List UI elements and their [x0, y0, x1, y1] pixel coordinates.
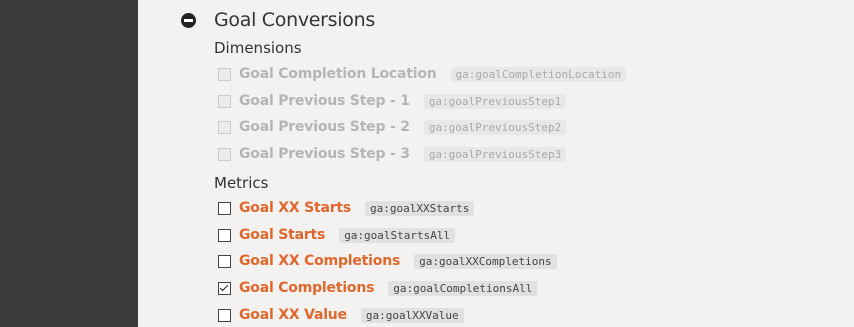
metric-checkbox[interactable] [218, 254, 231, 268]
metric-checkbox[interactable] [218, 308, 231, 322]
metrics-heading: Metrics [214, 174, 269, 192]
metric-label[interactable]: Goal Starts [239, 227, 325, 243]
dimension-code: ga:goalPreviousStep1 [423, 93, 567, 109]
dimension-code: ga:goalPreviousStep3 [423, 146, 567, 162]
dimension-label: Goal Previous Step - 3 [239, 146, 410, 162]
metric-checkbox-checked[interactable] [218, 281, 231, 295]
metric-code: ga:goalXXCompletions [414, 253, 557, 269]
dimension-label: Goal Completion Location [239, 66, 437, 82]
dimension-checkbox[interactable] [218, 67, 231, 81]
section-header-goal-conversions[interactable]: Goal Conversions [181, 9, 375, 31]
dimensions-heading: Dimensions [214, 39, 302, 57]
section-title: Goal Conversions [214, 9, 375, 31]
metric-row-goal-xx-completions: Goal XX Completions ga:goalXXCompletions [218, 251, 557, 271]
metric-label[interactable]: Goal XX Starts [239, 200, 351, 216]
metric-label[interactable]: Goal XX Completions [239, 253, 400, 269]
dimension-checkbox[interactable] [218, 147, 231, 161]
left-sidebar [0, 0, 138, 327]
metric-code: ga:goalXXValue [360, 307, 464, 323]
metric-row-goal-xx-starts: Goal XX Starts ga:goalXXStarts [218, 198, 475, 218]
metric-code: ga:goalXXStarts [365, 200, 475, 216]
dimension-code: ga:goalPreviousStep2 [423, 119, 567, 135]
metric-checkbox[interactable] [218, 228, 231, 242]
metric-label[interactable]: Goal XX Value [239, 307, 347, 323]
dimension-row-goal-previous-step-3: Goal Previous Step - 3 ga:goalPreviousSt… [218, 144, 567, 164]
metric-row-goal-completions: Goal Completions ga:goalCompletionsAll [218, 278, 538, 298]
metric-label[interactable]: Goal Completions [239, 280, 374, 296]
dimension-row-goal-previous-step-2: Goal Previous Step - 2 ga:goalPreviousSt… [218, 117, 567, 137]
metric-row-goal-starts: Goal Starts ga:goalStartsAll [218, 225, 456, 245]
dimension-code: ga:goalCompletionLocation [450, 66, 627, 82]
main-panel: Goal Conversions Dimensions Goal Complet… [138, 0, 854, 327]
metric-code: ga:goalStartsAll [339, 227, 456, 243]
dimension-checkbox[interactable] [218, 120, 231, 134]
metric-checkbox[interactable] [218, 201, 231, 215]
dimension-label: Goal Previous Step - 2 [239, 119, 410, 135]
dimension-checkbox[interactable] [218, 94, 231, 108]
dimension-label: Goal Previous Step - 1 [239, 93, 410, 109]
dimension-row-goal-previous-step-1: Goal Previous Step - 1 ga:goalPreviousSt… [218, 91, 567, 111]
metric-row-goal-xx-value: Goal XX Value ga:goalXXValue [218, 305, 464, 325]
minus-circle-icon[interactable] [181, 12, 196, 28]
dimension-row-goal-completion-location: Goal Completion Location ga:goalCompleti… [218, 64, 627, 84]
metric-code: ga:goalCompletionsAll [388, 280, 538, 296]
